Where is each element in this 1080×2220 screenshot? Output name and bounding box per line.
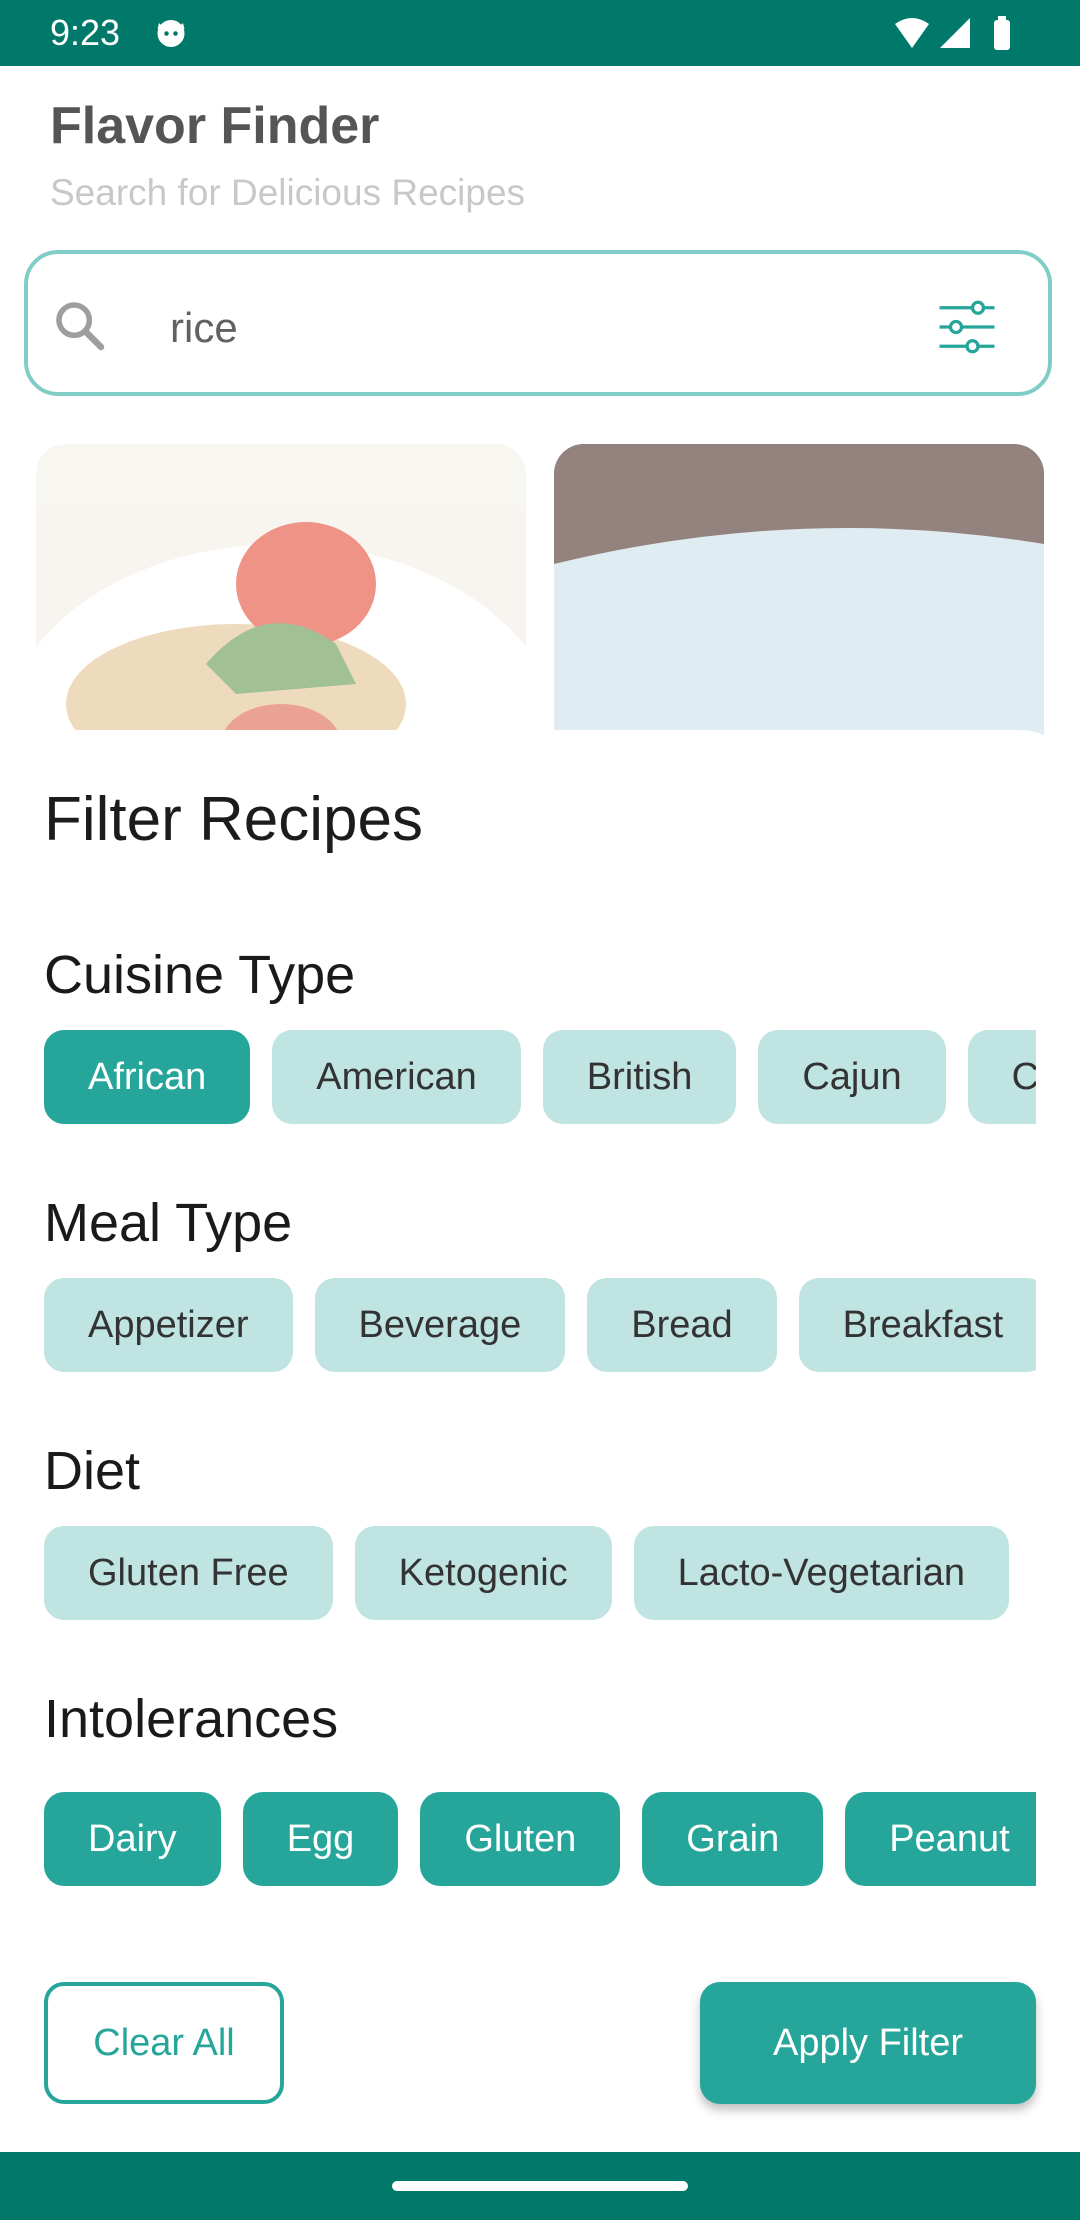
chip-gluten-free[interactable]: Gluten Free [44, 1526, 333, 1620]
chip-beverage[interactable]: Beverage [314, 1278, 566, 1372]
filter-bottom-sheet: Filter Recipes Cuisine Type African Ameri… [0, 730, 1080, 2150]
chip-peanut[interactable]: Peanut [845, 1792, 1036, 1886]
home-gesture-handle[interactable] [392, 2181, 688, 2191]
chip-british[interactable]: British [542, 1030, 737, 1124]
apply-filter-button[interactable]: Apply Filter [700, 1982, 1036, 2104]
cell-signal-icon [940, 18, 970, 48]
recipe-photo-tomato [36, 522, 526, 774]
search-icon [56, 302, 105, 351]
section-title-cuisine: Cuisine Type [44, 945, 356, 1005]
status-icons [895, 16, 1010, 50]
chip-cajun[interactable]: Cajun [758, 1030, 946, 1124]
chip-row-meal[interactable]: Appetizer Beverage Bread Breakfast [44, 1278, 1036, 1378]
chip-lacto-vegetarian[interactable]: Lacto-Vegetarian [633, 1526, 1009, 1620]
chip-row-cuisine[interactable]: African American British Cajun C [44, 1030, 1036, 1130]
chip-cuisine-partial[interactable]: C [967, 1030, 1036, 1124]
app-title: Flavor Finder [50, 97, 380, 155]
search-input[interactable]: rice [170, 304, 238, 352]
chip-row-intolerances[interactable]: Dairy Egg Gluten Grain Peanut [44, 1792, 1036, 1892]
recipe-card-image[interactable] [554, 444, 1044, 774]
chip-breakfast[interactable]: Breakfast [798, 1278, 1036, 1372]
section-title-intolerances: Intolerances [44, 1689, 339, 1749]
chip-ketogenic[interactable]: Ketogenic [354, 1526, 612, 1620]
status-time: 9:23 [50, 12, 121, 53]
recipe-photo-bowl [554, 444, 1044, 774]
sheet-title: Filter Recipes [44, 785, 423, 854]
navigation-bar [0, 2152, 1080, 2220]
battery-icon [994, 16, 1010, 50]
app-subtitle: Search for Delicious Recipes [50, 172, 526, 213]
section-title-diet: Diet [44, 1441, 141, 1501]
chip-appetizer[interactable]: Appetizer [44, 1278, 293, 1372]
wifi-icon [895, 18, 929, 48]
chip-bread[interactable]: Bread [587, 1278, 777, 1372]
chip-american[interactable]: American [272, 1030, 521, 1124]
filter-sliders-icon[interactable] [934, 294, 1000, 360]
chip-row-diet[interactable]: Gluten Free Ketogenic Lacto-Vegetarian [44, 1526, 1036, 1626]
chip-gluten[interactable]: Gluten [420, 1792, 621, 1886]
chip-egg[interactable]: Egg [242, 1792, 399, 1886]
notification-cat-icon [157, 20, 185, 47]
recipe-card-image[interactable] [36, 444, 526, 774]
status-bar: 9:23 [0, 0, 1080, 66]
search-box[interactable]: rice [24, 250, 1052, 396]
section-title-meal: Meal Type [44, 1193, 293, 1253]
chip-african[interactable]: African [44, 1030, 251, 1124]
chip-dairy[interactable]: Dairy [44, 1792, 221, 1886]
clear-all-button[interactable]: Clear All [44, 1982, 284, 2104]
chip-grain[interactable]: Grain [642, 1792, 824, 1886]
